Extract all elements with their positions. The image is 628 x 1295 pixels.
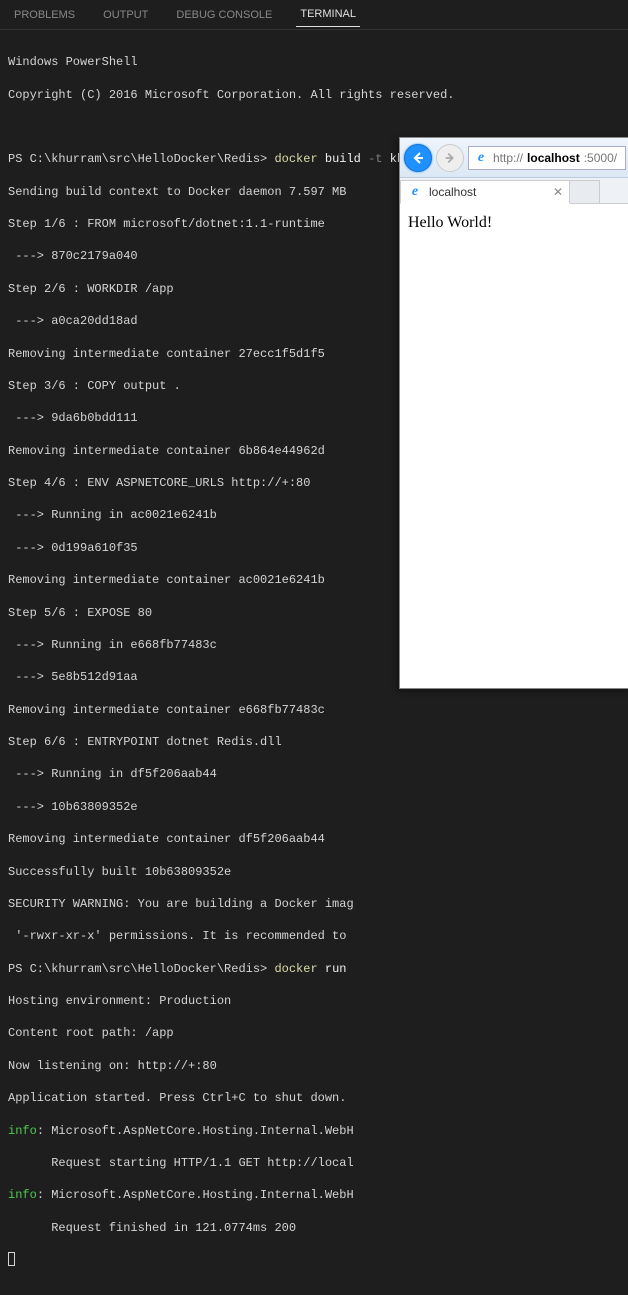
terminal-line: '-rwxr-xr-x' permissions. It is recommen… <box>8 928 620 944</box>
log-level-info: info <box>8 1188 37 1202</box>
terminal-cursor-line <box>8 1252 620 1271</box>
terminal-line <box>8 119 620 135</box>
terminal-line: Hosting environment: Production <box>8 993 620 1009</box>
back-button[interactable] <box>404 144 432 172</box>
browser-tabstrip: e localhost ✕ <box>400 178 628 204</box>
address-bar[interactable]: e http:// localhost :5000/ <box>468 146 626 170</box>
log-text: : Microsoft.AspNetCore.Hosting.Internal.… <box>37 1124 354 1138</box>
browser-viewport: Hello World! <box>400 204 628 688</box>
log-text: : Microsoft.AspNetCore.Hosting.Internal.… <box>37 1188 354 1202</box>
terminal-line: Windows PowerShell <box>8 54 620 70</box>
tab-problems[interactable]: PROBLEMS <box>10 3 79 27</box>
url-port: :5000/ <box>584 151 617 165</box>
terminal-line: Request finished in 121.0774ms 200 <box>8 1220 620 1236</box>
cmd-docker: docker <box>274 962 317 976</box>
terminal-line: Removing intermediate container e668fb77… <box>8 702 620 718</box>
terminal-line: Removing intermediate container df5f206a… <box>8 831 620 847</box>
terminal-line: Successfully built 10b63809352e <box>8 864 620 880</box>
forward-button <box>436 144 464 172</box>
cmd-build: build <box>325 152 361 166</box>
prompt-path: PS C:\khurram\src\HelloDocker\Redis> <box>8 152 267 166</box>
terminal-line: ---> Running in df5f206aab44 <box>8 766 620 782</box>
new-tab-button[interactable] <box>570 180 600 204</box>
terminal-line: ---> 10b63809352e <box>8 799 620 815</box>
cursor-icon <box>8 1252 15 1266</box>
url-scheme: http:// <box>493 151 523 165</box>
browser-window: e http:// localhost :5000/ e localhost ✕ H… <box>399 137 628 689</box>
terminal-line: info: Microsoft.AspNetCore.Hosting.Inter… <box>8 1123 620 1139</box>
arrow-left-icon <box>410 150 426 166</box>
terminal-line: Copyright (C) 2016 Microsoft Corporation… <box>8 87 620 103</box>
terminal-line: Application started. Press Ctrl+C to shu… <box>8 1090 620 1106</box>
tab-debug-console[interactable]: DEBUG CONSOLE <box>172 3 276 27</box>
terminal-line: Now listening on: http://+:80 <box>8 1058 620 1074</box>
url-host: localhost <box>527 151 580 165</box>
browser-tab-title: localhost <box>429 185 476 199</box>
terminal-line: Step 6/6 : ENTRYPOINT dotnet Redis.dll <box>8 734 620 750</box>
terminal-line: SECURITY WARNING: You are building a Doc… <box>8 896 620 912</box>
panel-tabs: PROBLEMS OUTPUT DEBUG CONSOLE TERMINAL <box>0 0 628 30</box>
terminal-line: Request starting HTTP/1.1 GET http://loc… <box>8 1155 620 1171</box>
terminal-line: Content root path: /app <box>8 1025 620 1041</box>
prompt-path: PS C:\khurram\src\HelloDocker\Redis> <box>8 962 267 976</box>
ie-icon: e <box>407 184 423 200</box>
cmd-run: run <box>325 962 347 976</box>
terminal-line: info: Microsoft.AspNetCore.Hosting.Inter… <box>8 1187 620 1203</box>
tab-output[interactable]: OUTPUT <box>99 3 152 27</box>
page-text: Hello World! <box>408 214 492 231</box>
terminal-prompt-line: PS C:\khurram\src\HelloDocker\Redis> doc… <box>8 961 620 977</box>
ie-icon: e <box>473 150 489 166</box>
log-level-info: info <box>8 1124 37 1138</box>
close-icon[interactable]: ✕ <box>553 185 563 199</box>
tab-terminal[interactable]: TERMINAL <box>296 2 360 27</box>
browser-navbar: e http:// localhost :5000/ <box>400 138 628 178</box>
browser-tab[interactable]: e localhost ✕ <box>400 180 570 204</box>
cmd-flag: -t <box>368 152 382 166</box>
cmd-docker: docker <box>274 152 317 166</box>
arrow-right-icon <box>443 151 457 165</box>
